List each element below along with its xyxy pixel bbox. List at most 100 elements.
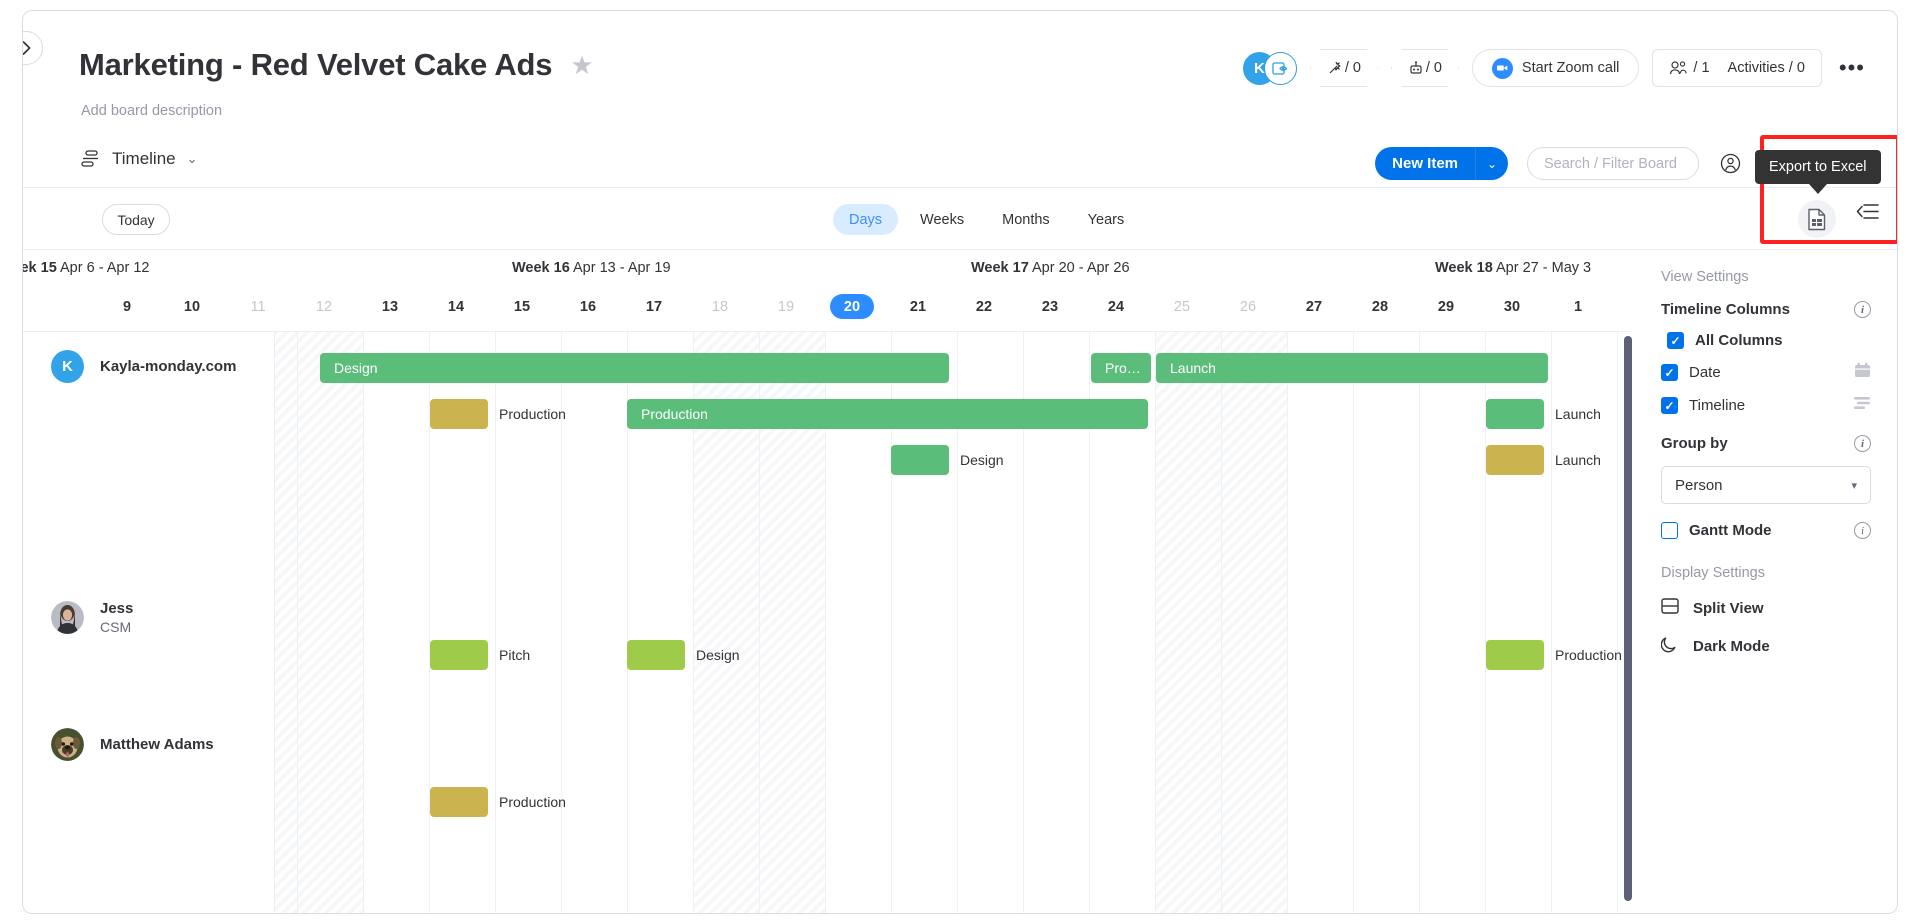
group-row-jess[interactable]: Jess CSM <box>51 600 133 635</box>
today-button[interactable]: Today <box>102 204 170 235</box>
view-selector[interactable]: Timeline ⌄ <box>81 149 198 169</box>
checkbox-icon[interactable] <box>1661 364 1678 381</box>
info-icon[interactable]: i <box>1854 522 1871 539</box>
favorite-star-icon[interactable]: ★ <box>570 52 593 78</box>
timeline-bar[interactable] <box>1486 445 1544 475</box>
search-input[interactable]: Search / Filter Board <box>1527 147 1699 180</box>
day-header[interactable]: 18 <box>705 294 735 319</box>
timeline-bar[interactable] <box>1486 399 1544 429</box>
new-item-dropdown-arrow[interactable]: ⌄ <box>1476 147 1508 180</box>
display-option-dark-mode[interactable]: Dark Mode <box>1660 635 1871 657</box>
checkbox-icon[interactable] <box>1661 522 1678 539</box>
checkbox-date[interactable]: Date <box>1661 362 1871 383</box>
vertical-scrollbar[interactable] <box>1624 336 1632 901</box>
info-icon[interactable]: i <box>1854 301 1871 318</box>
info-icon[interactable]: i <box>1854 435 1871 452</box>
avatar-photo-dog <box>51 728 84 761</box>
start-zoom-call-button[interactable]: Start Zoom call <box>1471 49 1640 87</box>
day-column <box>364 332 430 913</box>
week-label: Week 17 Apr 20 - Apr 26 <box>971 260 1130 276</box>
day-header[interactable]: 17 <box>639 294 669 319</box>
day-header[interactable]: 1 <box>1563 294 1593 319</box>
tab-days[interactable]: Days <box>833 204 899 235</box>
split-view-icon <box>1661 597 1679 619</box>
people-icon <box>1670 61 1687 75</box>
people-activities-button[interactable]: / 1 Activities / 0 <box>1652 49 1822 87</box>
tab-months[interactable]: Months <box>986 204 1066 235</box>
day-header[interactable]: 11 <box>243 294 273 319</box>
moon-icon <box>1660 635 1679 657</box>
chevron-down-icon[interactable]: ⌄ <box>187 151 198 167</box>
automations-button[interactable]: / 0 <box>1390 49 1459 87</box>
day-header[interactable]: 10 <box>177 294 207 319</box>
group-by-select[interactable]: Person ▾ <box>1661 466 1871 504</box>
checkbox-timeline[interactable]: Timeline <box>1661 396 1871 415</box>
day-header[interactable]: 9 <box>112 294 142 319</box>
day-header[interactable]: 24 <box>1101 294 1131 319</box>
day-header[interactable]: 23 <box>1035 294 1065 319</box>
day-header[interactable]: 29 <box>1431 294 1461 319</box>
day-header[interactable]: 15 <box>507 294 537 319</box>
checkbox-all-columns[interactable]: All Columns <box>1667 332 1871 349</box>
updates-button[interactable]: / 0 <box>1309 49 1378 87</box>
timeline-bar[interactable]: Production <box>627 399 1148 429</box>
group-row-matthew[interactable]: Matthew Adams <box>51 728 214 761</box>
day-column <box>1354 332 1420 913</box>
timeline-bar[interactable] <box>430 640 488 670</box>
day-header[interactable]: 30 <box>1497 294 1527 319</box>
timeline-bar-label: Production <box>499 406 566 422</box>
view-name: Timeline <box>112 149 176 168</box>
timeline-bar[interactable] <box>430 399 488 429</box>
board-description[interactable]: Add board description <box>81 103 222 119</box>
day-header[interactable]: 13 <box>375 294 405 319</box>
day-header[interactable]: 27 <box>1299 294 1329 319</box>
watcher-avatar <box>1263 51 1297 85</box>
board-members-avatars[interactable]: K <box>1242 51 1297 85</box>
robot-icon <box>1410 61 1422 74</box>
date-controls-row: Today Days Weeks Months Years <box>23 188 1897 250</box>
display-option-split-view[interactable]: Split View <box>1661 597 1871 619</box>
timeline-bar[interactable] <box>891 445 949 475</box>
checkbox-gantt-mode[interactable]: Gantt Mode i <box>1661 522 1871 539</box>
zoom-call-label: Start Zoom call <box>1521 60 1620 76</box>
timeline-bar[interactable] <box>1486 640 1544 670</box>
sidebar-expand-button[interactable] <box>23 31 43 65</box>
timeline-bar[interactable]: Pro… <box>1091 353 1151 383</box>
view-settings-panel: View Settings Timeline Columns i All Col… <box>1635 251 1897 913</box>
checkbox-icon[interactable] <box>1661 397 1678 414</box>
tab-weeks[interactable]: Weeks <box>904 204 980 235</box>
timeline-bar-label: Launch <box>1555 452 1601 468</box>
day-header[interactable]: 12 <box>309 294 339 319</box>
tab-years[interactable]: Years <box>1072 204 1141 235</box>
day-header[interactable]: 16 <box>573 294 603 319</box>
export-to-excel-button[interactable] <box>1798 200 1836 238</box>
timeline-bar[interactable] <box>627 640 685 670</box>
day-header[interactable]: 19 <box>771 294 801 319</box>
new-item-button[interactable]: New Item ⌄ <box>1375 147 1508 180</box>
new-item-label: New Item <box>1375 147 1475 180</box>
day-column <box>1222 332 1288 913</box>
timeline-bar-label: Production <box>641 406 708 422</box>
day-header[interactable]: 28 <box>1365 294 1395 319</box>
avatar: K <box>51 350 84 383</box>
board-more-options-button[interactable]: ••• <box>1835 55 1869 81</box>
day-header[interactable]: 22 <box>969 294 999 319</box>
day-header[interactable]: 26 <box>1233 294 1263 319</box>
group-by-value: Person <box>1675 476 1723 494</box>
collapse-left-icon[interactable] <box>1856 203 1879 225</box>
day-header[interactable]: 25 <box>1167 294 1197 319</box>
checkbox-icon[interactable] <box>1667 332 1684 349</box>
timeline-bar[interactable] <box>430 787 488 817</box>
group-by-title: Group by <box>1661 435 1728 452</box>
day-header[interactable]: 21 <box>903 294 933 319</box>
timeline-bar[interactable]: Launch <box>1156 353 1548 383</box>
group-row-kayla[interactable]: K Kayla-monday.com <box>51 350 236 383</box>
day-header[interactable]: 14 <box>441 294 471 319</box>
display-settings-title: Display Settings <box>1661 565 1765 581</box>
timeline-icon <box>1854 396 1871 415</box>
timeline-bar[interactable]: Design <box>320 353 949 383</box>
week-header-row: Week 15 Apr 6 - Apr 12 Week 16 Apr 13 - A… <box>23 251 1631 288</box>
person-filter-icon[interactable] <box>1718 152 1742 176</box>
day-header-today[interactable]: 20 <box>830 294 874 319</box>
day-column <box>562 332 628 913</box>
